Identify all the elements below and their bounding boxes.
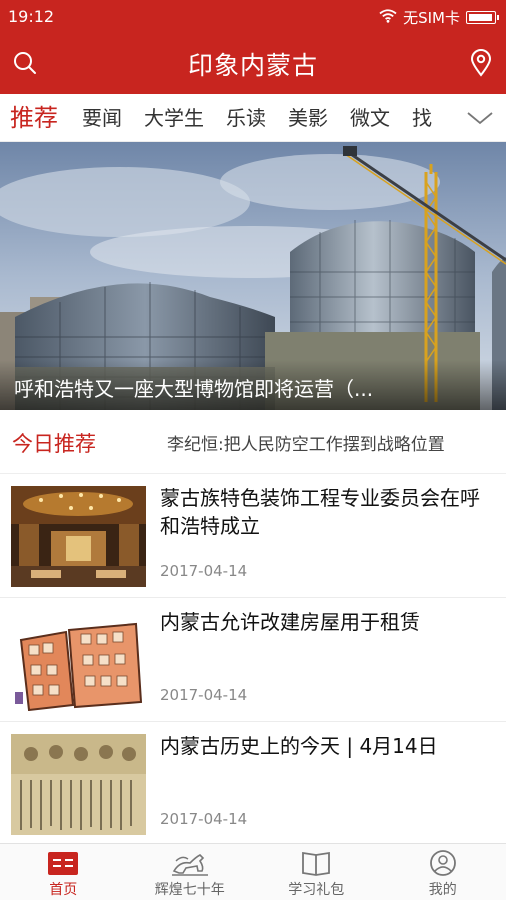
category-tabs: 推荐 要闻 大学生 乐读 美影 微文 找 — [0, 94, 506, 142]
battery-icon — [466, 11, 499, 24]
status-time: 19:12 — [8, 7, 55, 26]
news-thumbnail — [11, 486, 146, 587]
carrier-label: 无SIM卡 — [403, 9, 460, 27]
banner-caption: 呼和浩特又一座大型博物馆即将运营（... — [14, 377, 374, 401]
news-thumbnail — [11, 734, 146, 835]
news-date: 2017-04-14 — [160, 810, 248, 828]
nav-home[interactable]: 首页 — [0, 844, 127, 900]
app-bar: 印象内蒙古 — [0, 34, 506, 94]
nav-home-label: 首页 — [49, 882, 78, 898]
nav-mine[interactable]: 我的 — [380, 844, 506, 900]
news-title: 蒙古族特色装饰工程专业委员会在呼和浩特成立 — [160, 486, 480, 538]
today-recommend-label: 今日推荐 — [12, 432, 96, 456]
nav-study-pack[interactable]: 学习礼包 — [253, 844, 380, 900]
tab-list: 推荐 要闻 大学生 乐读 美影 微文 找 — [10, 104, 454, 132]
news-title: 内蒙古允许改建房屋用于租赁 — [160, 610, 420, 634]
app-title: 印象内蒙古 — [187, 51, 318, 80]
news-date: 2017-04-14 — [160, 686, 248, 704]
today-recommend[interactable]: 今日推荐 李纪恒:把人民防空工作摆到战略位置 — [0, 410, 506, 474]
nav-study-pack-label: 学习礼包 — [288, 882, 345, 898]
wifi-icon — [379, 8, 397, 27]
tab-recommend[interactable]: 推荐 — [10, 104, 58, 132]
location-pin-icon[interactable] — [466, 48, 496, 78]
list-item[interactable]: 内蒙古历史上的今天 | 4月14日 2017-04-14 — [0, 722, 506, 846]
bottom-nav: 首页 辉煌七十年 学习礼包 我的 — [0, 843, 506, 900]
horse-icon — [171, 849, 208, 877]
today-recommend-headline[interactable]: 李纪恒:把人民防空工作摆到战略位置 — [167, 430, 445, 455]
nav-seventy-years[interactable]: 辉煌七十年 — [127, 844, 254, 900]
tab-micro-article[interactable]: 微文 — [350, 104, 390, 132]
nav-seventy-years-label: 辉煌七十年 — [154, 882, 225, 898]
tab-reading[interactable]: 乐读 — [226, 104, 266, 132]
tab-photo[interactable]: 美影 — [288, 104, 328, 132]
list-item[interactable]: 内蒙古允许改建房屋用于租赁 2017-04-14 — [0, 598, 506, 722]
nav-mine-label: 我的 — [428, 882, 457, 898]
list-item[interactable]: 蒙古族特色装饰工程专业委员会在呼和浩特成立 2017-04-14 — [0, 474, 506, 598]
status-indicators: 无SIM卡 — [379, 7, 499, 28]
tab-college[interactable]: 大学生 — [144, 104, 204, 132]
news-title: 内蒙古历史上的今天 | 4月14日 — [160, 734, 438, 758]
news-thumbnail — [11, 610, 146, 711]
headline-banner[interactable]: 呼和浩特又一座大型博物馆即将运营（... — [0, 142, 506, 410]
book-icon — [300, 849, 332, 877]
tab-news[interactable]: 要闻 — [82, 104, 122, 132]
home-icon — [47, 849, 79, 877]
tab-find[interactable]: 找 — [412, 104, 432, 132]
status-bar: 19:12 无SIM卡 — [0, 0, 506, 34]
user-icon — [427, 849, 459, 877]
news-date: 2017-04-14 — [160, 562, 248, 580]
chevron-down-icon[interactable] — [466, 104, 494, 132]
